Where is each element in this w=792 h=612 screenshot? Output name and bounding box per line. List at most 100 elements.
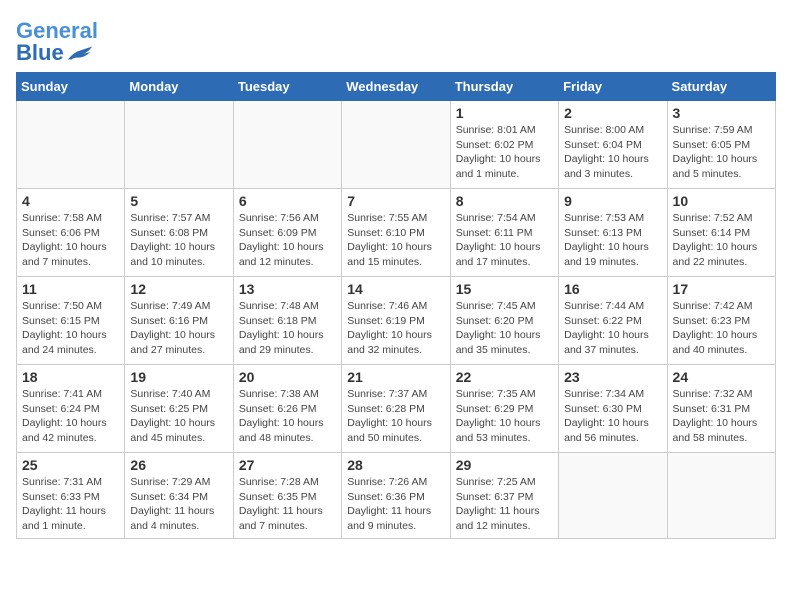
day-info: Sunrise: 7:50 AM Sunset: 6:15 PM Dayligh…: [22, 299, 119, 358]
logo-bird-icon: [66, 42, 94, 64]
calendar-week-row: 11 Sunrise: 7:50 AM Sunset: 6:15 PM Dayli…: [17, 277, 776, 365]
day-number: 29: [456, 457, 553, 473]
logo: General Blue: [16, 20, 98, 64]
day-info: Sunrise: 7:59 AM Sunset: 6:05 PM Dayligh…: [673, 123, 770, 182]
day-number: 11: [22, 281, 119, 297]
calendar-cell: [17, 101, 125, 189]
day-number: 1: [456, 105, 553, 121]
day-header-monday: Monday: [125, 73, 233, 101]
day-info: Sunrise: 7:48 AM Sunset: 6:18 PM Dayligh…: [239, 299, 336, 358]
day-header-saturday: Saturday: [667, 73, 775, 101]
day-header-thursday: Thursday: [450, 73, 558, 101]
day-info: Sunrise: 7:38 AM Sunset: 6:26 PM Dayligh…: [239, 387, 336, 446]
calendar-cell: [559, 453, 667, 539]
calendar-week-row: 18 Sunrise: 7:41 AM Sunset: 6:24 PM Dayli…: [17, 365, 776, 453]
day-info: Sunrise: 8:01 AM Sunset: 6:02 PM Dayligh…: [456, 123, 553, 182]
day-info: Sunrise: 7:54 AM Sunset: 6:11 PM Dayligh…: [456, 211, 553, 270]
day-info: Sunrise: 7:55 AM Sunset: 6:10 PM Dayligh…: [347, 211, 444, 270]
day-number: 15: [456, 281, 553, 297]
header: General Blue: [16, 16, 776, 64]
day-number: 20: [239, 369, 336, 385]
calendar-cell: 22 Sunrise: 7:35 AM Sunset: 6:29 PM Dayli…: [450, 365, 558, 453]
calendar-cell: 28 Sunrise: 7:26 AM Sunset: 6:36 PM Dayli…: [342, 453, 450, 539]
calendar-cell: 23Sunrise: 7:34 AM Sunset: 6:30 PM Dayli…: [559, 365, 667, 453]
day-info: Sunrise: 7:53 AM Sunset: 6:13 PM Dayligh…: [564, 211, 661, 270]
logo-blue: Blue: [16, 42, 64, 64]
calendar-cell: 5Sunrise: 7:57 AM Sunset: 6:08 PM Daylig…: [125, 189, 233, 277]
calendar-cell: 25 Sunrise: 7:31 AM Sunset: 6:33 PM Dayli…: [17, 453, 125, 539]
calendar-cell: 8 Sunrise: 7:54 AM Sunset: 6:11 PM Daylig…: [450, 189, 558, 277]
calendar-cell: 10 Sunrise: 7:52 AM Sunset: 6:14 PM Dayli…: [667, 189, 775, 277]
day-number: 16: [564, 281, 661, 297]
day-info: Sunrise: 8:00 AM Sunset: 6:04 PM Dayligh…: [564, 123, 661, 182]
day-number: 3: [673, 105, 770, 121]
day-number: 5: [130, 193, 227, 209]
day-info: Sunrise: 7:28 AM Sunset: 6:35 PM Dayligh…: [239, 475, 336, 534]
day-number: 21: [347, 369, 444, 385]
calendar-cell: 11 Sunrise: 7:50 AM Sunset: 6:15 PM Dayli…: [17, 277, 125, 365]
calendar-cell: 9 Sunrise: 7:53 AM Sunset: 6:13 PM Daylig…: [559, 189, 667, 277]
day-number: 27: [239, 457, 336, 473]
day-number: 26: [130, 457, 227, 473]
day-number: 6: [239, 193, 336, 209]
day-info: Sunrise: 7:37 AM Sunset: 6:28 PM Dayligh…: [347, 387, 444, 446]
day-info: Sunrise: 7:26 AM Sunset: 6:36 PM Dayligh…: [347, 475, 444, 534]
day-info: Sunrise: 7:42 AM Sunset: 6:23 PM Dayligh…: [673, 299, 770, 358]
day-number: 28: [347, 457, 444, 473]
day-info: Sunrise: 7:49 AM Sunset: 6:16 PM Dayligh…: [130, 299, 227, 358]
day-number: 10: [673, 193, 770, 209]
calendar-cell: 7Sunrise: 7:55 AM Sunset: 6:10 PM Daylig…: [342, 189, 450, 277]
calendar-week-row: 4 Sunrise: 7:58 AM Sunset: 6:06 PM Daylig…: [17, 189, 776, 277]
day-number: 8: [456, 193, 553, 209]
calendar-cell: 26 Sunrise: 7:29 AM Sunset: 6:34 PM Dayli…: [125, 453, 233, 539]
calendar-cell: 18 Sunrise: 7:41 AM Sunset: 6:24 PM Dayli…: [17, 365, 125, 453]
day-header-tuesday: Tuesday: [233, 73, 341, 101]
calendar-cell: 29Sunrise: 7:25 AM Sunset: 6:37 PM Dayli…: [450, 453, 558, 539]
day-number: 25: [22, 457, 119, 473]
day-number: 22: [456, 369, 553, 385]
calendar-cell: 24Sunrise: 7:32 AM Sunset: 6:31 PM Dayli…: [667, 365, 775, 453]
calendar-cell: [233, 101, 341, 189]
day-info: Sunrise: 7:58 AM Sunset: 6:06 PM Dayligh…: [22, 211, 119, 270]
day-info: Sunrise: 7:34 AM Sunset: 6:30 PM Dayligh…: [564, 387, 661, 446]
calendar-cell: 21 Sunrise: 7:37 AM Sunset: 6:28 PM Dayli…: [342, 365, 450, 453]
day-info: Sunrise: 7:29 AM Sunset: 6:34 PM Dayligh…: [130, 475, 227, 534]
calendar-cell: [667, 453, 775, 539]
day-info: Sunrise: 7:31 AM Sunset: 6:33 PM Dayligh…: [22, 475, 119, 534]
calendar-cell: 16Sunrise: 7:44 AM Sunset: 6:22 PM Dayli…: [559, 277, 667, 365]
day-header-friday: Friday: [559, 73, 667, 101]
calendar-cell: 14 Sunrise: 7:46 AM Sunset: 6:19 PM Dayli…: [342, 277, 450, 365]
calendar-table: SundayMondayTuesdayWednesdayThursdayFrid…: [16, 72, 776, 539]
calendar-cell: 15Sunrise: 7:45 AM Sunset: 6:20 PM Dayli…: [450, 277, 558, 365]
day-number: 18: [22, 369, 119, 385]
calendar-cell: 3 Sunrise: 7:59 AM Sunset: 6:05 PM Daylig…: [667, 101, 775, 189]
calendar-cell: 13 Sunrise: 7:48 AM Sunset: 6:18 PM Dayli…: [233, 277, 341, 365]
calendar-cell: 17 Sunrise: 7:42 AM Sunset: 6:23 PM Dayli…: [667, 277, 775, 365]
calendar-cell: 27 Sunrise: 7:28 AM Sunset: 6:35 PM Dayli…: [233, 453, 341, 539]
calendar-cell: 20 Sunrise: 7:38 AM Sunset: 6:26 PM Dayli…: [233, 365, 341, 453]
day-info: Sunrise: 7:41 AM Sunset: 6:24 PM Dayligh…: [22, 387, 119, 446]
calendar-cell: 12Sunrise: 7:49 AM Sunset: 6:16 PM Dayli…: [125, 277, 233, 365]
calendar-week-row: 25 Sunrise: 7:31 AM Sunset: 6:33 PM Dayli…: [17, 453, 776, 539]
day-info: Sunrise: 7:40 AM Sunset: 6:25 PM Dayligh…: [130, 387, 227, 446]
day-info: Sunrise: 7:52 AM Sunset: 6:14 PM Dayligh…: [673, 211, 770, 270]
calendar-header-row: SundayMondayTuesdayWednesdayThursdayFrid…: [17, 73, 776, 101]
calendar-week-row: 1 Sunrise: 8:01 AM Sunset: 6:02 PM Daylig…: [17, 101, 776, 189]
day-number: 2: [564, 105, 661, 121]
day-number: 13: [239, 281, 336, 297]
calendar-cell: 4 Sunrise: 7:58 AM Sunset: 6:06 PM Daylig…: [17, 189, 125, 277]
day-header-sunday: Sunday: [17, 73, 125, 101]
day-number: 9: [564, 193, 661, 209]
day-number: 4: [22, 193, 119, 209]
calendar-cell: 1 Sunrise: 8:01 AM Sunset: 6:02 PM Daylig…: [450, 101, 558, 189]
calendar-cell: [342, 101, 450, 189]
calendar-cell: 2 Sunrise: 8:00 AM Sunset: 6:04 PM Daylig…: [559, 101, 667, 189]
day-info: Sunrise: 7:56 AM Sunset: 6:09 PM Dayligh…: [239, 211, 336, 270]
day-info: Sunrise: 7:46 AM Sunset: 6:19 PM Dayligh…: [347, 299, 444, 358]
day-number: 14: [347, 281, 444, 297]
calendar-cell: [125, 101, 233, 189]
logo-text: General: [16, 20, 98, 42]
day-info: Sunrise: 7:35 AM Sunset: 6:29 PM Dayligh…: [456, 387, 553, 446]
day-number: 17: [673, 281, 770, 297]
day-info: Sunrise: 7:32 AM Sunset: 6:31 PM Dayligh…: [673, 387, 770, 446]
